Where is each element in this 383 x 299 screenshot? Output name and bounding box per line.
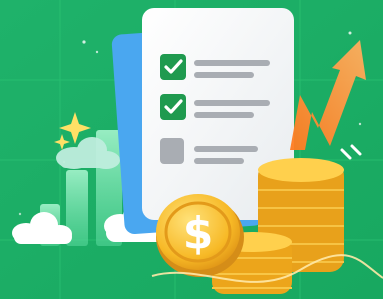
checklist-line xyxy=(194,60,270,66)
finance-checklist-illustration: $ xyxy=(0,0,383,299)
checkbox-checked-icon xyxy=(160,54,186,80)
checklist-line xyxy=(194,158,244,164)
checklist-line xyxy=(194,72,254,78)
checkbox-checked-icon xyxy=(160,94,186,120)
checklist-line xyxy=(194,146,258,152)
illustration: $ xyxy=(0,0,383,299)
checkbox-unchecked-icon xyxy=(160,138,184,164)
checklist-line xyxy=(194,100,270,106)
dollar-sign-glyph: $ xyxy=(183,208,214,259)
checklist-line xyxy=(194,112,254,118)
